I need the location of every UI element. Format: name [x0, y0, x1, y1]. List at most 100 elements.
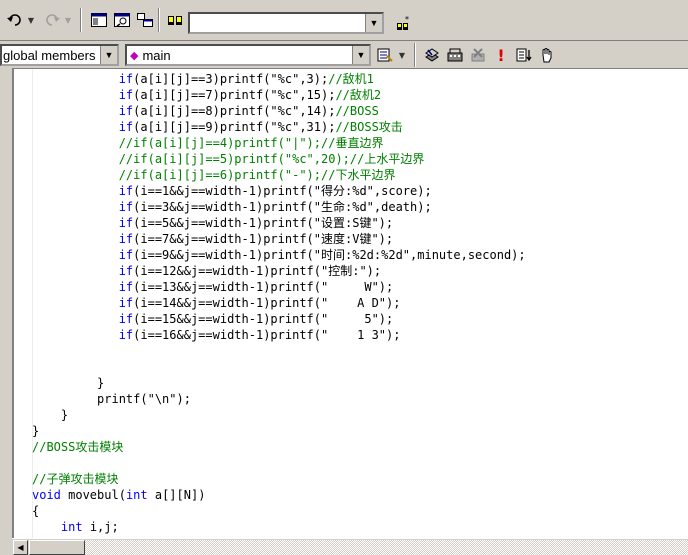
build-icon[interactable] — [444, 44, 466, 66]
code-line[interactable] — [32, 359, 526, 375]
member-combobox[interactable]: ◆ main ▼ — [125, 44, 371, 66]
keyword-token: if — [118, 296, 134, 310]
code-line[interactable]: if(i==3&&j==width-1)printf("生命:%d",death… — [32, 199, 526, 215]
insert-breakpoint-icon[interactable] — [536, 44, 558, 66]
code-editor[interactable]: if(a[i][j]==3)printf("%c",3);//敌机1 if(a[… — [12, 68, 688, 538]
scroll-left-arrow-icon[interactable]: ◀ — [13, 540, 28, 555]
code-token: movebul( — [60, 488, 126, 502]
code-token: (a[i][j]==3)printf("%c",3); — [133, 72, 329, 86]
undo-icon[interactable] — [4, 9, 26, 31]
code-line[interactable]: } — [32, 375, 526, 391]
wizard-dropdown-icon[interactable]: ▼ — [396, 44, 408, 66]
redo-dropdown-icon[interactable]: ▼ — [62, 9, 74, 31]
find-in-files-icon[interactable] — [111, 9, 133, 31]
code-line[interactable]: printf("\n"); — [32, 391, 526, 407]
code-line[interactable]: if(i==1&&j==width-1)printf("得分:%d",score… — [32, 183, 526, 199]
code-line[interactable]: if(a[i][j]==8)printf("%c",14);//BOSS — [32, 103, 526, 119]
workspace-icon[interactable] — [88, 9, 110, 31]
chevron-down-icon[interactable]: ▼ — [100, 46, 117, 64]
keyword-token: if — [118, 120, 134, 134]
code-token: (i==14&&j==width-1)printf(" A D"); — [133, 296, 401, 310]
scope-combobox[interactable]: global members ▼ — [0, 44, 119, 66]
wizard-action-icon[interactable] — [374, 44, 396, 66]
code-line[interactable]: if(a[i][j]==3)printf("%c",3);//敌机1 — [32, 71, 526, 87]
comment-token: //BOSS攻击模块 — [32, 440, 124, 454]
member-value: main — [142, 47, 171, 63]
code-line[interactable]: if(i==9&&j==width-1)printf("时间:%2d:%2d",… — [32, 247, 526, 263]
editor-left-margin — [0, 68, 12, 555]
comment-token: //BOSS攻击 — [335, 120, 403, 134]
code-line[interactable]: if(a[i][j]==9)printf("%c",31);//BOSS攻击 — [32, 119, 526, 135]
toolbar-separator — [158, 8, 160, 32]
keyword-token: if — [118, 248, 134, 262]
code-token: (i==9&&j==width-1)printf("时间:%2d:%2d",mi… — [133, 248, 526, 262]
redo-icon[interactable] — [41, 9, 63, 31]
undo-dropdown-icon[interactable]: ▼ — [25, 9, 37, 31]
code-line[interactable]: if(i==7&&j==width-1)printf("速度:V键"); — [32, 231, 526, 247]
breakpoint-gutter[interactable] — [14, 69, 33, 538]
find-icon[interactable]: * — [392, 12, 414, 34]
code-line[interactable]: //BOSS攻击模块 — [32, 439, 526, 455]
find-combobox[interactable]: ▼ — [188, 12, 384, 34]
code-line[interactable]: { — [32, 503, 526, 519]
code-line[interactable]: if(i==5&&j==width-1)printf("设置:S键"); — [32, 215, 526, 231]
comment-token: //敌机1 — [328, 72, 374, 86]
code-token: } — [32, 424, 40, 438]
keyword-token: if — [118, 72, 134, 86]
keyword-token: if — [118, 216, 134, 230]
code-line[interactable]: void movebul(int a[][N]) — [32, 487, 526, 503]
code-line[interactable]: if(i==14&&j==width-1)printf(" A D"); — [32, 295, 526, 311]
chevron-down-icon[interactable]: ▼ — [352, 46, 369, 64]
keyword-token: if — [118, 264, 134, 278]
code-token: (a[i][j]==9)printf("%c",31); — [133, 120, 336, 134]
code-line[interactable]: if(i==16&&j==width-1)printf(" 1 3"); — [32, 327, 526, 343]
build-execute-icon[interactable]: ! — [490, 44, 512, 66]
code-line[interactable]: if(i==13&&j==width-1)printf(" W"); — [32, 279, 526, 295]
code-line[interactable]: //子弹攻击模块 — [32, 471, 526, 487]
scrollbar-track[interactable] — [85, 540, 688, 555]
horizontal-scrollbar[interactable]: ◀ — [12, 538, 688, 555]
keyword-token: if — [118, 328, 134, 342]
compile-icon[interactable] — [421, 44, 443, 66]
keyword-token: int — [125, 488, 148, 502]
chevron-down-icon[interactable]: ▼ — [365, 14, 382, 32]
keyword-token: if — [118, 312, 134, 326]
output-window-icon[interactable] — [134, 9, 156, 31]
code-line[interactable] — [32, 343, 526, 359]
keyword-token: if — [118, 104, 134, 118]
code-line[interactable]: } — [32, 423, 526, 439]
code-line[interactable]: int i,j; — [32, 519, 526, 535]
code-line[interactable]: //if(a[i][j]==4)printf("|");//垂直边界 — [32, 135, 526, 151]
code-token: a[][N]) — [147, 488, 206, 502]
scrollbar-thumb[interactable] — [29, 540, 85, 555]
code-token: (a[i][j]==8)printf("%c",14); — [133, 104, 336, 118]
code-line[interactable]: } — [32, 407, 526, 423]
code-content[interactable]: if(a[i][j]==3)printf("%c",3);//敌机1 if(a[… — [32, 71, 526, 535]
code-token: printf("\n"); — [32, 392, 191, 406]
keyword-token: if — [118, 200, 134, 214]
code-line[interactable] — [32, 455, 526, 471]
keyword-token: if — [118, 280, 134, 294]
code-line[interactable]: if(i==12&&j==width-1)printf("控制:"); — [32, 263, 526, 279]
method-icon: ◆ — [130, 49, 139, 62]
go-icon[interactable] — [513, 44, 535, 66]
code-token: { — [32, 504, 40, 518]
code-token: i,j; — [82, 520, 119, 534]
browse-icon[interactable] — [164, 9, 186, 31]
code-line[interactable]: //if(a[i][j]==6)printf("-");//下水平边界 — [32, 167, 526, 183]
code-line[interactable]: //if(a[i][j]==5)printf("%c",20);//上水平边界 — [32, 151, 526, 167]
code-line[interactable]: if(i==15&&j==width-1)printf(" 5"); — [32, 311, 526, 327]
code-line[interactable]: if(a[i][j]==7)printf("%c",15);//敌机2 — [32, 87, 526, 103]
stop-build-icon[interactable] — [467, 44, 489, 66]
